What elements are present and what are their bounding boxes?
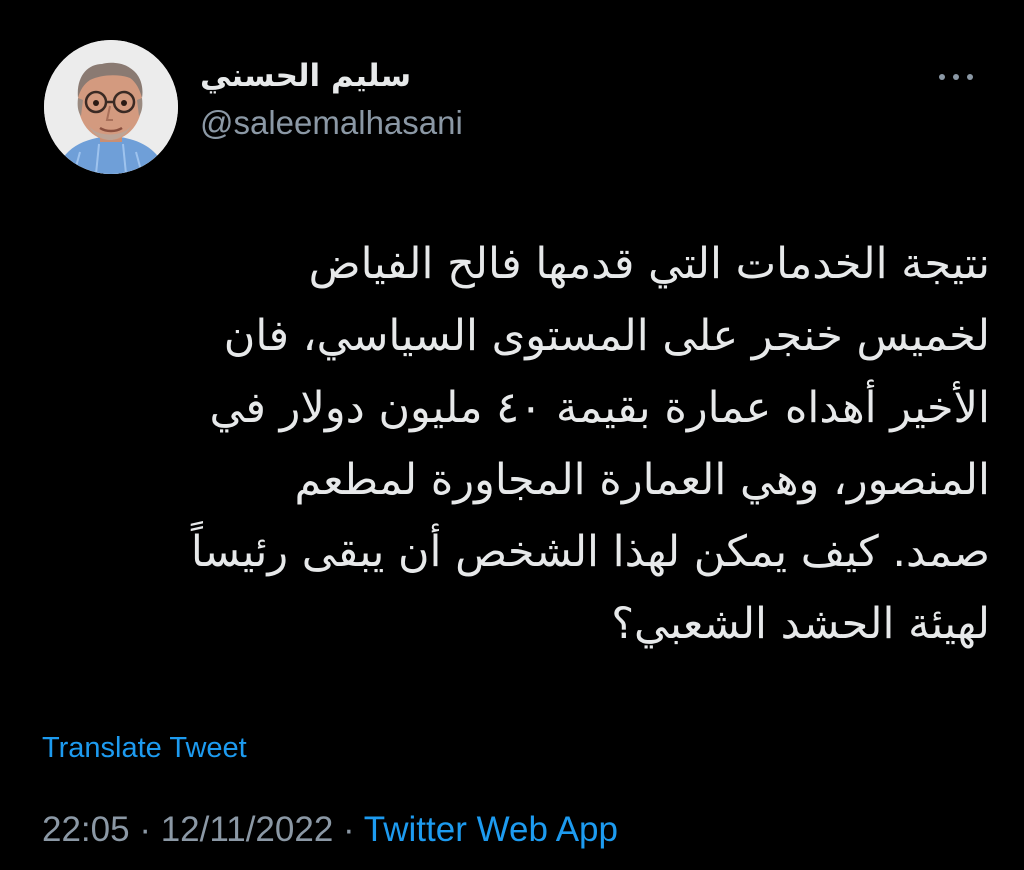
avatar[interactable] <box>44 40 178 174</box>
meta-separator: · <box>139 810 151 849</box>
avatar-photo <box>44 40 178 174</box>
more-options-button[interactable] <box>932 62 980 92</box>
tweet-text-line: نتيجة الخدمات التي قدمها فالح الفياض <box>308 239 990 289</box>
more-horizontal-icon <box>939 74 973 80</box>
tweet-date[interactable]: 12/11/2022 <box>161 810 334 849</box>
tweet-text: نتيجة الخدمات التي قدمها فالح الفياض لخم… <box>40 228 990 660</box>
tweet-meta: 22:05 · 12/11/2022 · Twitter Web App <box>42 810 618 850</box>
tweet-text-line: المنصور، وهي العمارة المجاورة لمطعم <box>294 455 990 505</box>
tweet-source-link[interactable]: Twitter Web App <box>364 810 618 849</box>
tweet-text-line: لخميس خنجر على المستوى السياسي، فان <box>223 311 990 361</box>
tweet-text-line: لهيئة الحشد الشعبي؟ <box>611 599 990 649</box>
translate-tweet-link[interactable]: Translate Tweet <box>42 732 247 765</box>
tweet-text-line: صمد. كيف يمكن لهذا الشخص أن يبقى رئيساً <box>190 527 990 577</box>
meta-separator: · <box>343 810 355 849</box>
author-name[interactable]: سليم الحسني <box>200 58 411 94</box>
author-handle[interactable]: @saleemalhasani <box>200 104 463 142</box>
tweet-time[interactable]: 22:05 <box>42 810 130 849</box>
tweet-card: سليم الحسني @saleemalhasani نتيجة الخدما… <box>0 0 1024 870</box>
tweet-text-line: الأخير أهداه عمارة بقيمة ٤٠ مليون دولار … <box>209 383 990 433</box>
